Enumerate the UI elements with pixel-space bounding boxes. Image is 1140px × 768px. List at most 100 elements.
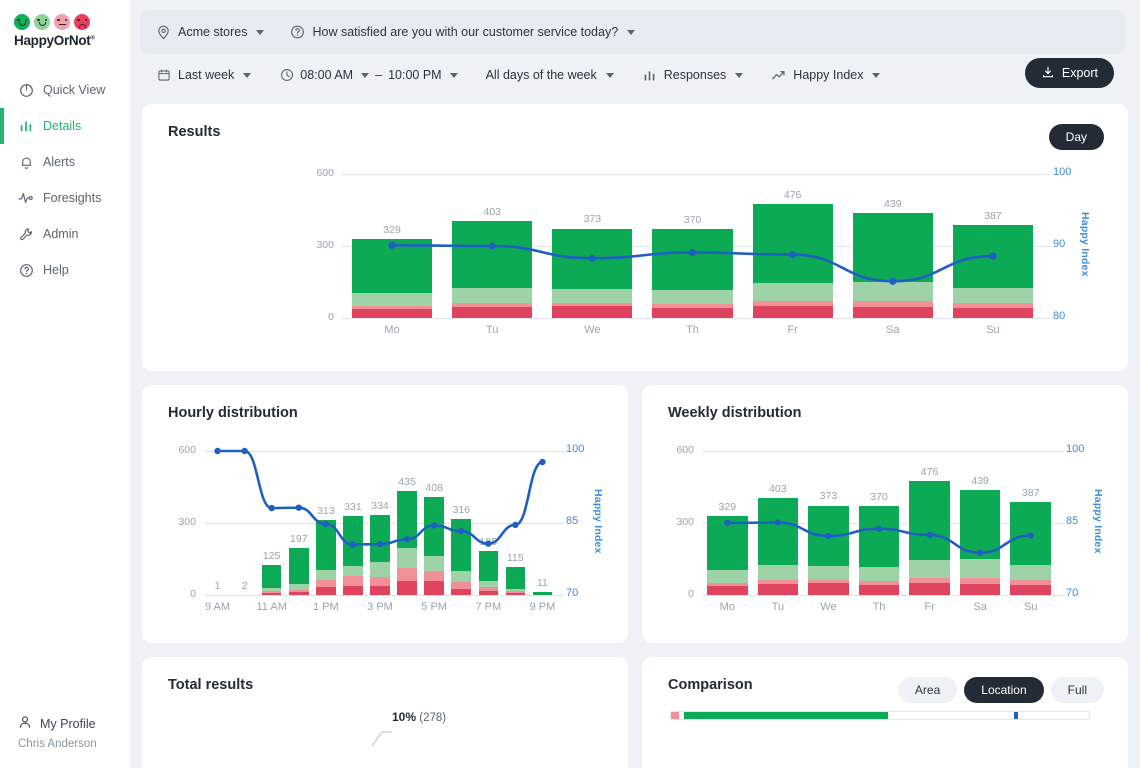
question-circle-icon — [18, 262, 34, 278]
bar-value-label: 185 — [479, 535, 498, 548]
index-filter[interactable]: Happy Index — [771, 68, 881, 83]
bar[interactable] — [1010, 502, 1051, 595]
comparison-row[interactable] — [670, 711, 1090, 720]
y-axis-tick-label: 0 — [688, 588, 694, 600]
donut-chart: 10% (278) — [142, 703, 628, 768]
bar[interactable] — [289, 547, 309, 595]
distribution-row: Hourly distribution 0 300 600 70 85 100 Happy … — [142, 385, 1128, 657]
context-filter-bar: Acme stores How satisfied are you with o… — [140, 10, 1126, 54]
topbar: Acme stores How satisfied are you with o… — [130, 0, 1140, 96]
bar[interactable] — [261, 565, 282, 595]
bar-segment — [343, 575, 363, 586]
sidebar-item-label: Alerts — [43, 155, 75, 169]
my-profile-link[interactable]: My Profile — [18, 715, 130, 732]
bar-segment — [261, 565, 282, 588]
weekly-title: Weekly distribution — [668, 405, 802, 421]
bar-segment — [757, 584, 799, 595]
bar[interactable] — [452, 221, 533, 318]
x-axis-tick-label: Th — [686, 324, 699, 336]
x-axis-line — [204, 595, 556, 596]
bar-segment — [424, 555, 444, 572]
bar-segment — [370, 576, 390, 587]
x-axis-tick-label: Tu — [485, 324, 499, 336]
x-axis-tick-label: Sa — [973, 601, 987, 613]
sidebar-item-admin[interactable]: Admin — [0, 216, 130, 252]
sidebar-item-alerts[interactable]: Alerts — [0, 144, 130, 180]
bar[interactable] — [343, 515, 363, 595]
bar-segment — [352, 239, 433, 294]
bar-segment — [352, 293, 433, 307]
bar-segment — [1010, 584, 1051, 595]
bar[interactable] — [552, 228, 633, 318]
sidebar-item-help[interactable]: Help — [0, 252, 130, 288]
chevron-down-icon — [735, 72, 744, 78]
bar[interactable] — [352, 239, 433, 318]
bar-value-label: 370 — [870, 491, 888, 504]
y2-axis-tick — [1056, 451, 1064, 452]
x-axis-tick-label: We — [820, 601, 837, 613]
bar[interactable] — [752, 203, 833, 318]
sidebar-item-quick-view[interactable]: Quick View — [0, 72, 130, 108]
bar[interactable] — [757, 498, 799, 595]
face-very-unhappy-icon — [74, 14, 90, 30]
bar-segment — [370, 562, 390, 577]
bar-value-label: 387 — [984, 210, 1002, 223]
bar[interactable] — [397, 490, 417, 595]
bar-value-label: 370 — [683, 214, 702, 227]
weekly-chart: 0 300 600 70 85 100 Happy Index 329 Mo 403 Tu 373 We… — [642, 437, 1128, 627]
y-axis-tick-label: 300 — [316, 239, 334, 251]
brand-logo[interactable]: HappyOrNot® — [0, 0, 130, 48]
y-axis-tick-label: 0 — [328, 311, 334, 323]
sidebar-item-label: Details — [43, 119, 82, 133]
bar-segment — [397, 547, 417, 568]
time-range-filter[interactable]: 08:00 AM – 10:00 PM — [279, 68, 458, 83]
chevron-down-icon — [256, 29, 265, 35]
location-filter[interactable]: Acme stores — [156, 25, 265, 40]
bottom-row: Total results 10% (278) Comparison Area … — [142, 657, 1128, 768]
bar[interactable] — [952, 225, 1033, 318]
bar[interactable] — [852, 212, 933, 318]
date-range-filter[interactable]: Last week — [156, 68, 252, 83]
bar[interactable] — [707, 516, 748, 595]
bar-segment — [1010, 502, 1051, 566]
bar[interactable] — [451, 519, 471, 595]
sidebar-item-label: Help — [43, 263, 69, 277]
y2-axis-tick-label: 100 — [1053, 166, 1072, 178]
x-axis-tick-label: 5 PM — [421, 601, 447, 613]
profile-block: My Profile Chris Anderson — [0, 715, 130, 768]
wrench-icon — [18, 226, 34, 242]
metric-filter[interactable]: Responses — [642, 68, 744, 83]
bar[interactable] — [808, 505, 849, 595]
bar[interactable] — [652, 229, 733, 318]
bar-segment — [707, 586, 748, 595]
bar-segment — [952, 307, 1033, 318]
x-axis-tick-label: 11 AM — [256, 601, 287, 613]
chevron-down-icon — [872, 72, 881, 78]
export-button[interactable]: Export — [1024, 58, 1114, 88]
donut-arc — [338, 749, 458, 768]
secondary-filter-bar: Last week 08:00 AM – 10:00 PM All days o… — [140, 54, 1126, 96]
sidebar-item-foresights[interactable]: Foresights — [0, 180, 130, 216]
comparison-tab-area[interactable]: Area — [897, 677, 958, 703]
time-to-label: 10:00 PM — [388, 68, 442, 82]
bar[interactable] — [316, 519, 336, 595]
question-filter[interactable]: How satisfied are you with our customer … — [290, 25, 636, 40]
bar[interactable] — [858, 506, 900, 595]
bar-segment — [757, 498, 799, 565]
bar-segment — [397, 490, 417, 548]
days-filter[interactable]: All days of the week — [486, 68, 614, 82]
comparison-tab-location[interactable]: Location — [964, 677, 1044, 703]
sidebar-item-details[interactable]: Details — [0, 108, 130, 144]
face-unhappy-icon — [54, 14, 70, 30]
sidebar-nav: Quick View Details Alerts Foresights Adm… — [0, 72, 130, 288]
granularity-day-button[interactable]: Day — [1048, 124, 1104, 150]
hourly-card-header: Hourly distribution — [142, 385, 628, 421]
chevron-down-icon — [243, 72, 252, 78]
bar[interactable] — [909, 480, 950, 595]
bar[interactable] — [959, 489, 1001, 595]
comparison-tab-full[interactable]: Full — [1050, 677, 1104, 703]
y2-axis-title: Happy Index — [592, 489, 604, 554]
hourly-card: Hourly distribution 0 300 600 70 85 100 Happy … — [142, 385, 628, 643]
bar[interactable] — [370, 514, 390, 595]
